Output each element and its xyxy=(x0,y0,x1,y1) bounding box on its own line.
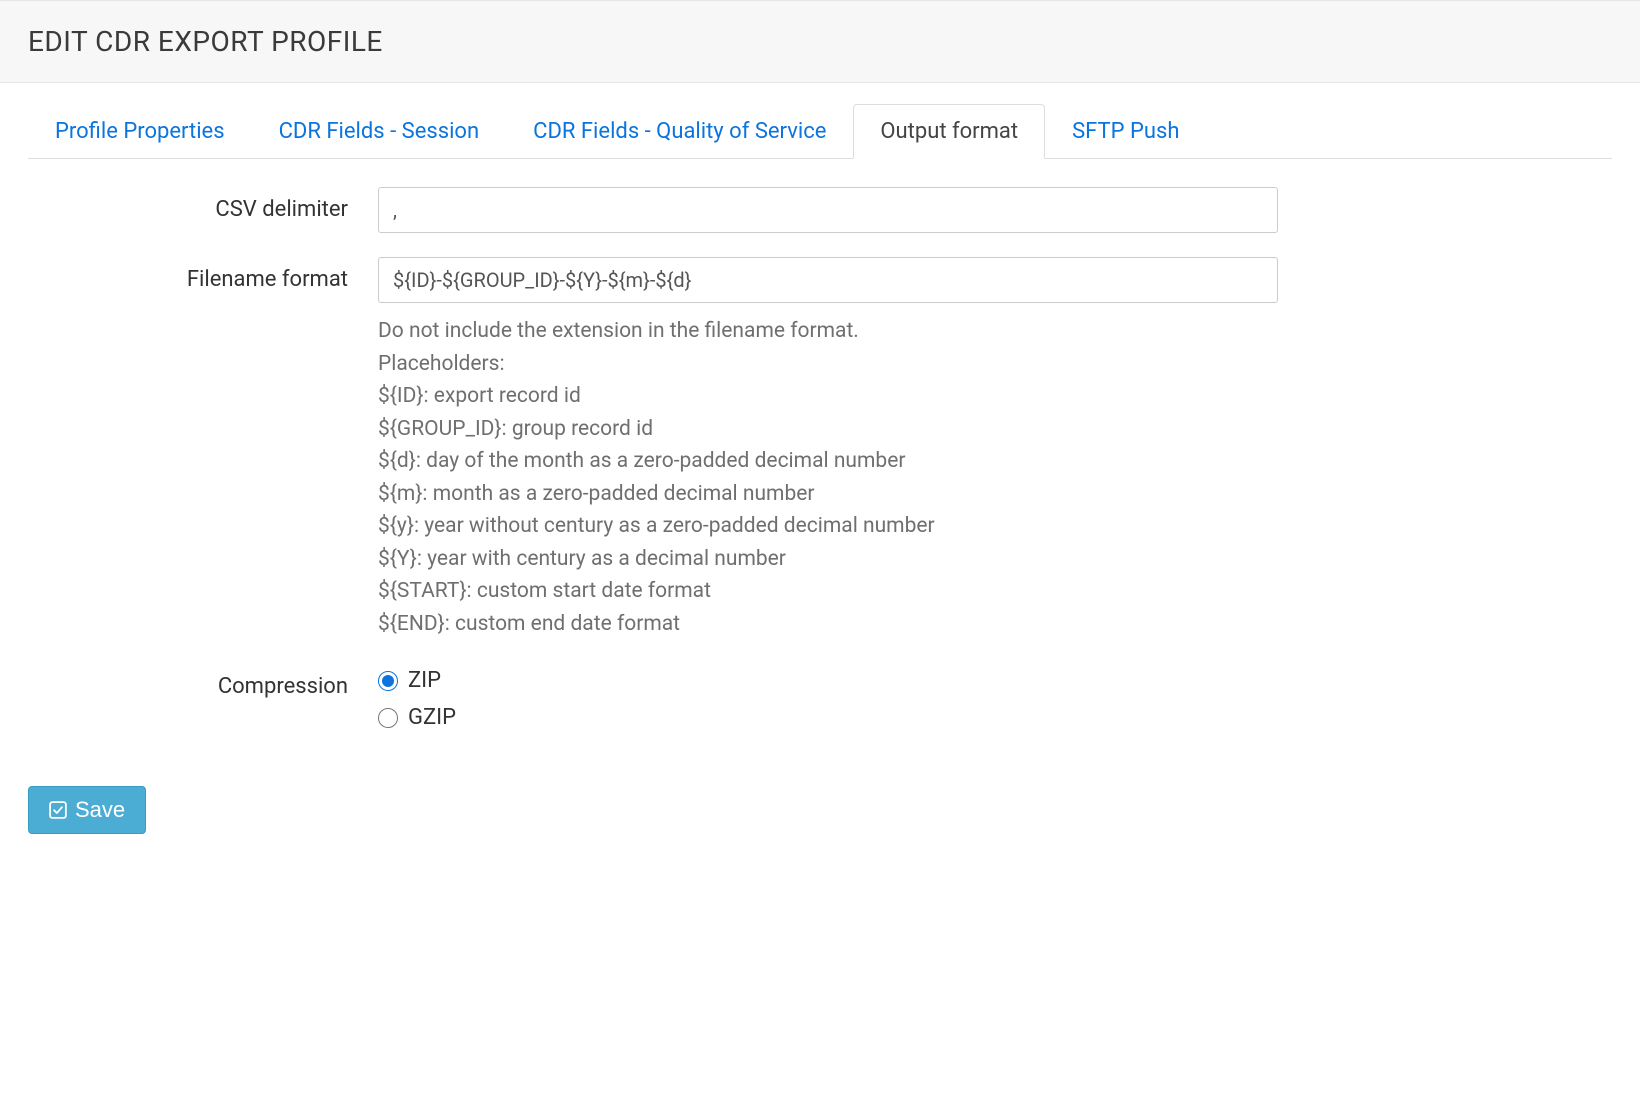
help-line: ${m}: month as a zero-padded decimal num… xyxy=(378,478,1278,511)
help-line: Do not include the extension in the file… xyxy=(378,315,1278,348)
help-line: ${y}: year without century as a zero-pad… xyxy=(378,510,1278,543)
tab-cdr-fields-qos[interactable]: CDR Fields - Quality of Service xyxy=(506,104,853,159)
row-csv-delimiter: CSV delimiter xyxy=(28,187,1612,233)
filename-format-field-wrapper: Do not include the extension in the file… xyxy=(378,257,1278,640)
compression-field-wrapper: ZIP GZIP xyxy=(378,664,1278,742)
compression-radio-group: ZIP GZIP xyxy=(378,664,1278,730)
check-square-icon xyxy=(49,801,67,819)
tab-profile-properties[interactable]: Profile Properties xyxy=(28,104,252,159)
help-line: Placeholders: xyxy=(378,348,1278,381)
tab-cdr-fields-session[interactable]: CDR Fields - Session xyxy=(252,104,507,159)
compression-radio-gzip[interactable] xyxy=(378,708,398,728)
compression-label: Compression xyxy=(28,664,378,699)
help-line: ${d}: day of the month as a zero-padded … xyxy=(378,445,1278,478)
filename-format-help: Do not include the extension in the file… xyxy=(378,315,1278,640)
filename-format-label: Filename format xyxy=(28,257,378,292)
row-filename-format: Filename format Do not include the exten… xyxy=(28,257,1612,640)
compression-radio-zip[interactable] xyxy=(378,671,398,691)
page-header: EDIT CDR EXPORT PROFILE xyxy=(0,0,1640,83)
page-title: EDIT CDR EXPORT PROFILE xyxy=(28,25,1612,58)
save-button[interactable]: Save xyxy=(28,786,146,834)
csv-delimiter-field-wrapper xyxy=(378,187,1278,233)
content-area: Profile Properties CDR Fields - Session … xyxy=(0,83,1640,862)
compression-option-label: ZIP xyxy=(408,668,441,693)
save-button-label: Save xyxy=(75,797,125,823)
row-compression: Compression ZIP GZIP xyxy=(28,664,1612,742)
compression-option-zip[interactable]: ZIP xyxy=(378,668,1278,693)
csv-delimiter-input[interactable] xyxy=(378,187,1278,233)
help-line: ${START}: custom start date format xyxy=(378,575,1278,608)
filename-format-input[interactable] xyxy=(378,257,1278,303)
help-line: ${Y}: year with century as a decimal num… xyxy=(378,543,1278,576)
help-line: ${END}: custom end date format xyxy=(378,608,1278,641)
tab-sftp-push[interactable]: SFTP Push xyxy=(1045,104,1206,159)
csv-delimiter-label: CSV delimiter xyxy=(28,187,378,222)
help-line: ${GROUP_ID}: group record id xyxy=(378,413,1278,446)
tab-bar: Profile Properties CDR Fields - Session … xyxy=(28,103,1612,159)
tab-output-format[interactable]: Output format xyxy=(853,104,1045,159)
help-line: ${ID}: export record id xyxy=(378,380,1278,413)
compression-option-label: GZIP xyxy=(408,705,456,730)
compression-option-gzip[interactable]: GZIP xyxy=(378,705,1278,730)
